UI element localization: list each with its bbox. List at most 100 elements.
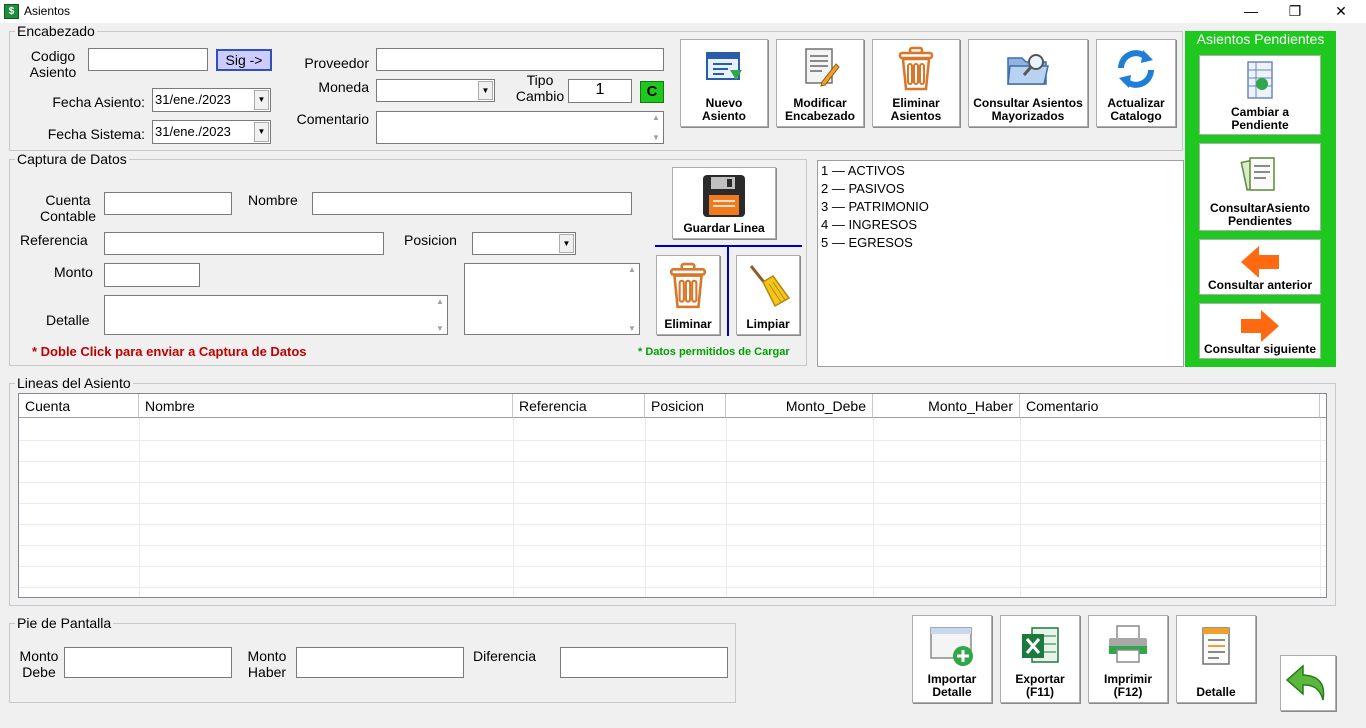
eliminar-linea-button[interactable]: Eliminar: [656, 255, 720, 335]
eliminar-asientos-button[interactable]: Eliminar Asientos: [872, 39, 960, 127]
detalle-scrollbar[interactable]: ▲ ▼: [433, 296, 447, 334]
consultar-mayorizados-button[interactable]: Consultar Asientos Mayorizados: [968, 39, 1088, 127]
detalle-input[interactable]: ▲ ▼: [104, 295, 448, 335]
new-document-icon: [706, 52, 742, 80]
column-header-monto-debe[interactable]: Monto_Debe: [726, 394, 873, 418]
posicion-label: Posicion: [404, 232, 457, 248]
import-window-icon: [930, 627, 973, 666]
grid-row-line: [19, 482, 1326, 483]
diferencia-input[interactable]: [560, 647, 728, 678]
fecha-asiento-value: 31/ene./2023: [155, 92, 231, 107]
comentario-input[interactable]: ▲ ▼: [376, 111, 664, 144]
posicion-select[interactable]: ▼: [472, 232, 576, 255]
column-header-nombre[interactable]: Nombre: [139, 394, 513, 418]
limpiar-button[interactable]: Limpiar: [736, 255, 800, 335]
imprimir-label: Imprimir (F12): [1103, 672, 1152, 699]
regresar-button[interactable]: [1280, 655, 1336, 711]
asientos-pendientes-title: Asientos Pendientes: [1196, 31, 1325, 47]
detalle-label: Detalle: [1196, 685, 1236, 699]
proveedor-input[interactable]: [376, 48, 664, 71]
tree-item[interactable]: 1 — ACTIVOS: [821, 163, 905, 179]
column-header-referencia[interactable]: Referencia: [513, 394, 645, 418]
broom-icon: [749, 265, 791, 308]
lineas-grid[interactable]: Cuenta Nombre Referencia Posicion Monto_…: [18, 393, 1327, 598]
siguiente-button[interactable]: Sig ->: [216, 49, 272, 71]
consultar-siguiente-button[interactable]: Consultar siguiente: [1199, 303, 1321, 359]
chevron-down-icon[interactable]: ▼: [559, 234, 574, 253]
comentario-scrollbar[interactable]: ▲ ▼: [649, 112, 663, 143]
datos-cargar-textbox[interactable]: ▲ ▼: [464, 263, 640, 335]
referencia-label: Referencia: [20, 232, 88, 248]
separator-vertical: [727, 246, 729, 336]
maximize-button[interactable]: ❐: [1272, 0, 1318, 23]
exportar-label: Exportar (F11): [1015, 672, 1065, 699]
guardar-linea-label: Guardar Linea: [683, 221, 765, 235]
diferencia-label: Diferencia: [473, 648, 537, 664]
consultar-anterior-label: Consultar anterior: [1207, 278, 1312, 292]
importar-detalle-button[interactable]: Importar Detalle: [912, 615, 992, 703]
actualizar-catalogo-button[interactable]: Actualizar Catalogo: [1096, 39, 1176, 127]
monto-debe-label: Monto Debe: [19, 648, 59, 680]
cuenta-contable-label: Cuenta Contable: [39, 192, 97, 224]
codigo-asiento-input[interactable]: [88, 48, 208, 71]
close-button[interactable]: ✕: [1318, 0, 1364, 23]
window-title: Asientos: [24, 4, 71, 18]
monto-haber-input[interactable]: [296, 647, 464, 678]
moneda-label: Moneda: [318, 79, 369, 95]
minimize-button[interactable]: —: [1228, 0, 1274, 23]
title-bar: $ Asientos — ❐ ✕: [0, 0, 1366, 23]
datos-permitidos-note: * Datos permitidos de Cargar: [638, 346, 790, 358]
cambiar-pendiente-label: Cambiar a Pendiente: [1230, 105, 1290, 132]
app-icon: $: [4, 4, 19, 19]
nombre-input[interactable]: [312, 192, 632, 215]
guardar-linea-button[interactable]: Guardar Linea: [672, 167, 776, 239]
catalogo-tree[interactable]: 1 — ACTIVOS 2 — PASIVOS 3 — PATRIMONIO 4…: [817, 160, 1184, 367]
tree-item[interactable]: 3 — PATRIMONIO: [821, 199, 929, 215]
edit-document-icon: [805, 48, 840, 87]
fecha-sistema-value: 31/ene./2023: [155, 124, 231, 139]
chevron-down-icon[interactable]: ▼: [254, 122, 269, 142]
monto-input[interactable]: [104, 263, 200, 287]
consultar-pendientes-label: ConsultarAsiento Pendientes: [1209, 201, 1310, 228]
pie-legend: Pie de Pantalla: [15, 615, 114, 631]
excel-icon: [1022, 627, 1059, 663]
tree-item[interactable]: 4 — INGRESOS: [821, 217, 917, 233]
exportar-button[interactable]: Exportar (F11): [1000, 615, 1080, 703]
column-header-comentario[interactable]: Comentario: [1020, 394, 1320, 418]
modificar-encabezado-button[interactable]: Modificar Encabezado: [776, 39, 864, 127]
tree-item[interactable]: 5 — EGRESOS: [821, 235, 913, 251]
column-header-cuenta[interactable]: Cuenta: [19, 394, 139, 418]
nuevo-asiento-button[interactable]: Nuevo Asiento: [680, 39, 768, 127]
monto-debe-input[interactable]: [64, 647, 232, 678]
grid-row-line: [19, 566, 1326, 567]
tipo-cambio-input[interactable]: 1: [568, 79, 632, 103]
floppy-disk-icon: [703, 175, 745, 217]
detalle-button[interactable]: Detalle: [1176, 615, 1256, 703]
cuenta-contable-input[interactable]: [104, 192, 232, 215]
spreadsheet-icon: [1247, 61, 1273, 99]
cambiar-pendiente-button[interactable]: Cambiar a Pendiente: [1199, 55, 1321, 135]
consultar-pendientes-button[interactable]: ConsultarAsiento Pendientes: [1199, 143, 1321, 231]
chevron-down-icon[interactable]: ▼: [254, 90, 269, 110]
fecha-asiento-picker[interactable]: 31/ene./2023 ▼: [152, 88, 271, 112]
grid-row-line: [19, 524, 1326, 525]
consultar-cambio-button[interactable]: C: [640, 81, 664, 103]
detalle-label: Detalle: [46, 312, 90, 328]
datos-cargar-scrollbar[interactable]: ▲ ▼: [625, 264, 639, 334]
grid-row-line: [19, 587, 1326, 588]
moneda-select[interactable]: ▼: [376, 79, 495, 102]
imprimir-button[interactable]: Imprimir (F12): [1088, 615, 1168, 703]
column-header-posicion[interactable]: Posicion: [645, 394, 726, 418]
chevron-down-icon[interactable]: ▼: [478, 81, 493, 100]
fecha-sistema-picker[interactable]: 31/ene./2023 ▼: [152, 120, 271, 144]
grid-col-line: [873, 418, 874, 597]
column-header-monto-haber[interactable]: Monto_Haber: [873, 394, 1020, 418]
grid-col-line: [1320, 418, 1321, 597]
tree-item[interactable]: 2 — PASIVOS: [821, 181, 905, 197]
consultar-anterior-button[interactable]: Consultar anterior: [1199, 239, 1321, 295]
fecha-sistema-label: Fecha Sistema:: [47, 126, 145, 142]
referencia-input[interactable]: [104, 232, 384, 255]
modificar-encabezado-label: Modificar Encabezado: [784, 96, 856, 123]
captura-legend: Captura de Datos: [15, 151, 129, 167]
fecha-asiento-label: Fecha Asiento:: [52, 94, 145, 110]
